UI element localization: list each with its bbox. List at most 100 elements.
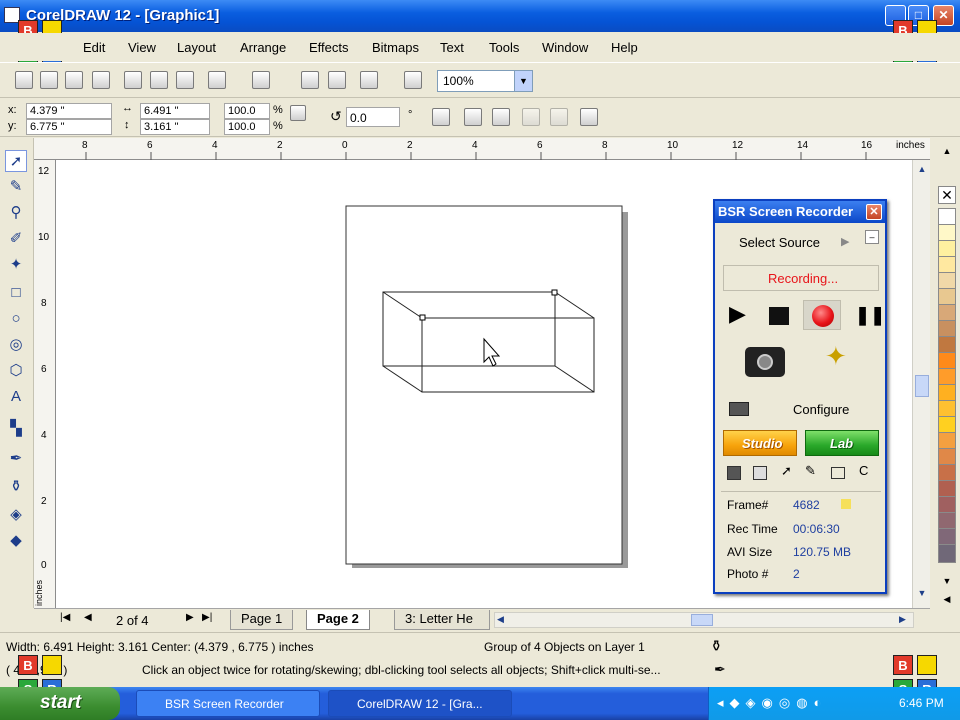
bsr-close-button[interactable]: ✕: [866, 204, 882, 220]
combine-icon[interactable]: [522, 108, 540, 126]
list-icon[interactable]: [753, 466, 767, 480]
copy-icon[interactable]: [150, 71, 168, 89]
vertical-ruler[interactable]: 12 10 8 6 4 2 0 inches: [34, 160, 56, 608]
scroll-up-icon[interactable]: ▲: [915, 164, 929, 178]
text-tool-icon[interactable]: A: [5, 386, 27, 408]
scroll-left-icon[interactable]: ◀: [497, 614, 504, 625]
polygon-tool-icon[interactable]: ◎: [5, 334, 27, 356]
region-icon[interactable]: [831, 467, 845, 479]
x-position-field[interactable]: 4.379 ": [26, 103, 112, 119]
color-swatch[interactable]: [938, 544, 956, 563]
cut-icon[interactable]: [124, 71, 142, 89]
zoom-tool-icon[interactable]: ⚲: [5, 202, 27, 224]
monitor-icon[interactable]: [729, 402, 749, 416]
first-page-icon[interactable]: |◀: [60, 612, 70, 623]
no-fill-swatch[interactable]: ✕: [938, 186, 956, 204]
horizontal-ruler[interactable]: 8 6 4 2 0 2 4 6 8 10 12 14 16 inches: [34, 138, 930, 160]
pen-icon[interactable]: ✎: [805, 463, 816, 479]
camera-icon[interactable]: [745, 347, 785, 377]
align-icon[interactable]: [580, 108, 598, 126]
refresh-icon[interactable]: C: [859, 463, 868, 478]
palette-scroll-down-icon[interactable]: ▼: [938, 576, 956, 590]
menu-window[interactable]: Window: [542, 40, 588, 55]
rectangle-tool-icon[interactable]: □: [5, 282, 27, 304]
play-icon[interactable]: ▶: [729, 301, 746, 327]
scroll-thumb[interactable]: [915, 375, 929, 397]
scroll-down-icon[interactable]: ▼: [915, 588, 929, 602]
height-field[interactable]: 3.161 ": [140, 119, 210, 135]
ungroup-icon[interactable]: [492, 108, 510, 126]
pick-tool-icon[interactable]: ➚: [5, 150, 27, 172]
horizontal-scrollbar[interactable]: ◀ ▶: [494, 612, 914, 628]
pointer-icon[interactable]: ➚: [781, 463, 792, 479]
fill-tool-icon[interactable]: ◈: [5, 504, 27, 526]
clock[interactable]: 6:46 PM: [899, 696, 944, 710]
lab-button[interactable]: Lab: [805, 430, 879, 456]
import-icon[interactable]: [301, 71, 319, 89]
tab-page-2[interactable]: Page 2: [306, 610, 370, 630]
print-icon[interactable]: [92, 71, 110, 89]
menu-help[interactable]: Help: [611, 40, 638, 55]
vertical-scrollbar[interactable]: ▲ ▼: [912, 160, 930, 608]
collapse-icon[interactable]: –: [865, 230, 879, 244]
new-icon[interactable]: [15, 71, 33, 89]
task-bsr-recorder[interactable]: BSR Screen Recorder: [136, 690, 320, 717]
y-position-field[interactable]: 6.775 ": [26, 119, 112, 135]
next-page-icon[interactable]: ▶: [186, 612, 194, 623]
eyedropper-icon[interactable]: ✒: [5, 448, 27, 470]
basic-shapes-icon[interactable]: ⬡: [5, 360, 27, 382]
rotation-angle-field[interactable]: 0.0: [346, 107, 400, 127]
scroll-right-icon[interactable]: ▶: [899, 614, 906, 625]
mirror-icon[interactable]: [432, 108, 450, 126]
palette-expand-icon[interactable]: ◀: [938, 594, 956, 608]
tab-page-1[interactable]: Page 1: [230, 610, 294, 630]
menu-edit[interactable]: Edit: [83, 40, 105, 55]
menu-tools[interactable]: Tools: [489, 40, 519, 55]
ellipse-tool-icon[interactable]: ○: [5, 308, 27, 330]
shape-tool-icon[interactable]: ✎: [5, 176, 27, 198]
lock-ratio-icon[interactable]: [290, 105, 306, 121]
magic-wand-icon[interactable]: ✦: [825, 341, 847, 372]
save-icon[interactable]: [65, 71, 83, 89]
scale-height-field[interactable]: 100.0: [224, 119, 270, 135]
outline-tool-icon[interactable]: ⚱: [5, 476, 27, 498]
chevron-down-icon[interactable]: ▼: [514, 71, 532, 91]
menu-bitmaps[interactable]: Bitmaps: [372, 40, 419, 55]
studio-button[interactable]: Studio: [723, 430, 797, 456]
tab-page-3[interactable]: 3: Letter He: [394, 610, 490, 630]
select-source-button[interactable]: Select Source ▶: [721, 231, 877, 255]
interactive-fill-icon[interactable]: ◆: [5, 530, 27, 552]
smart-fill-icon[interactable]: ✦: [5, 254, 27, 276]
welcome-icon[interactable]: [404, 71, 422, 89]
zoom-select[interactable]: 100% ▼: [437, 70, 533, 92]
configure-button[interactable]: Configure: [793, 402, 849, 417]
width-field[interactable]: 6.491 ": [140, 103, 210, 119]
task-coreldraw[interactable]: CorelDRAW 12 - [Gra...: [328, 690, 512, 717]
undo-icon[interactable]: [208, 71, 226, 89]
pause-icon[interactable]: ❚❚: [855, 305, 885, 326]
palette-scroll-up-icon[interactable]: ▲: [938, 146, 956, 162]
menu-arrange[interactable]: Arrange: [240, 40, 286, 55]
prev-page-icon[interactable]: ◀: [84, 612, 92, 623]
record-button[interactable]: [803, 300, 841, 330]
menu-effects[interactable]: Effects: [309, 40, 349, 55]
menu-view[interactable]: View: [128, 40, 156, 55]
start-button[interactable]: start: [0, 687, 120, 720]
export-icon[interactable]: [328, 71, 346, 89]
tray-icons[interactable]: ◂◆◈◉◎◍◐: [717, 695, 827, 711]
scale-width-field[interactable]: 100.0: [224, 103, 270, 119]
break-apart-icon[interactable]: [550, 108, 568, 126]
interactive-blend-icon[interactable]: ▚: [5, 418, 27, 440]
redo-icon[interactable]: [252, 71, 270, 89]
stop-icon[interactable]: [769, 307, 789, 325]
bsr-title-bar[interactable]: BSR Screen Recorder ✕: [715, 201, 885, 223]
hscroll-thumb[interactable]: [691, 614, 713, 626]
group-icon[interactable]: [464, 108, 482, 126]
open-icon[interactable]: [40, 71, 58, 89]
paste-icon[interactable]: [176, 71, 194, 89]
last-page-icon[interactable]: ▶|: [202, 612, 212, 623]
freehand-tool-icon[interactable]: ✐: [5, 228, 27, 250]
menu-text[interactable]: Text: [440, 40, 464, 55]
save-icon[interactable]: [727, 466, 741, 480]
menu-layout[interactable]: Layout: [177, 40, 216, 55]
